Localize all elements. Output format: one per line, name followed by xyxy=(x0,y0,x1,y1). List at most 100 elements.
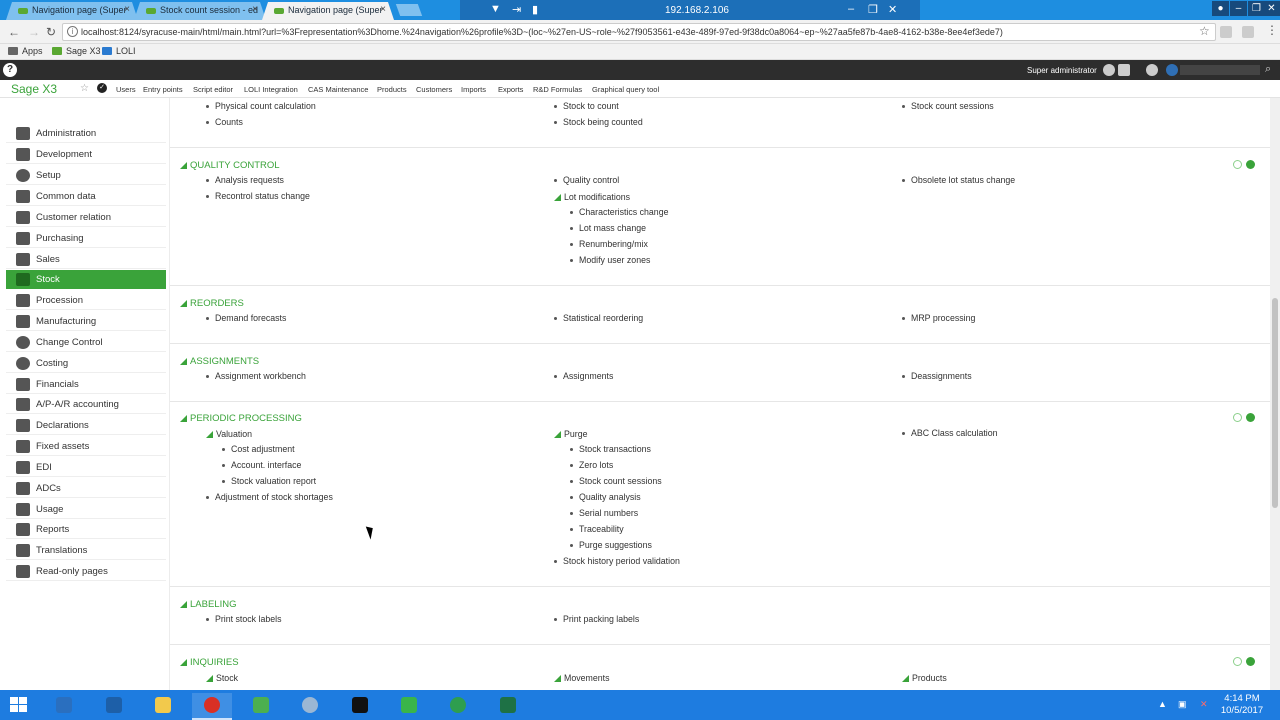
window-user-icon[interactable]: ● xyxy=(1212,1,1229,16)
link-mrp-processing[interactable]: MRP processing xyxy=(902,313,975,323)
subgroup-lot-modifications[interactable]: Lot modifications xyxy=(554,192,630,202)
window-close-button[interactable]: ✕ xyxy=(1263,1,1280,16)
sidebar-item-purchasing[interactable]: Purchasing xyxy=(6,229,166,248)
extension-icon[interactable] xyxy=(1220,26,1232,38)
sidebar-item-stock[interactable]: Stock xyxy=(6,270,166,289)
browser-tab-navigation-page-1[interactable]: Navigation page (Super × xyxy=(6,2,138,20)
bookmark-star-icon[interactable]: ☆ xyxy=(1199,24,1210,38)
sidebar-item-administration[interactable]: Administration xyxy=(6,124,166,143)
sidebar-item-usage[interactable]: Usage xyxy=(6,500,166,519)
sidebar-item-edi[interactable]: EDI xyxy=(6,458,166,477)
link-obsolete-lot-status-change[interactable]: Obsolete lot status change xyxy=(902,175,1015,185)
logout-icon[interactable] xyxy=(1118,64,1130,76)
subgroup-purge[interactable]: Purge xyxy=(554,429,587,439)
sidebar-item-financials[interactable]: Financials xyxy=(6,375,166,394)
sidebar-item-read-only-pages[interactable]: Read-only pages xyxy=(6,562,166,581)
link-deassignments[interactable]: Deassignments xyxy=(902,371,972,381)
link-demand-forecasts[interactable]: Demand forecasts xyxy=(206,313,286,323)
notifications-icon[interactable] xyxy=(1146,64,1158,76)
taskbar-excel[interactable] xyxy=(488,693,528,720)
menu-users[interactable]: Users xyxy=(116,85,136,94)
taskbar-clock[interactable]: 4:14 PM 10/5/2017 xyxy=(1218,693,1266,717)
taskbar-explorer-window[interactable] xyxy=(44,693,84,720)
sidebar-item-setup[interactable]: Setup xyxy=(6,166,166,185)
link-physical-count-calculation[interactable]: Physical count calculation xyxy=(206,101,316,111)
subgroup-stock[interactable]: Stock xyxy=(206,673,238,683)
bookmark-sage-x3[interactable]: Sage X3 xyxy=(52,46,101,56)
search-icon[interactable]: ⌕ xyxy=(1265,63,1271,76)
user-name[interactable]: Super administrator xyxy=(1027,66,1097,75)
link-print-stock-labels[interactable]: Print stock labels xyxy=(206,614,282,624)
taskbar-chrome[interactable] xyxy=(192,693,232,720)
link-modify-user-zones[interactable]: Modify user zones xyxy=(570,255,650,265)
close-remote-icon[interactable]: ✕ xyxy=(888,3,897,16)
subgroup-movements[interactable]: Movements xyxy=(554,673,609,683)
link-purge-suggestions[interactable]: Purge suggestions xyxy=(570,540,652,550)
extension-icon[interactable] xyxy=(1242,26,1254,38)
sync-icon[interactable] xyxy=(1166,64,1178,76)
taskbar-settings[interactable] xyxy=(290,693,330,720)
link-analysis-requests[interactable]: Analysis requests xyxy=(206,175,284,185)
link-serial-numbers[interactable]: Serial numbers xyxy=(570,508,638,518)
reload-icon[interactable]: ↻ xyxy=(46,25,56,39)
link-assignments[interactable]: Assignments xyxy=(554,371,613,381)
sidebar-item-sales[interactable]: Sales xyxy=(6,250,166,269)
sidebar-item-procession[interactable]: Procession xyxy=(6,291,166,310)
sidebar-item-reports[interactable]: Reports xyxy=(6,520,166,539)
link-renumbering-mix[interactable]: Renumbering/mix xyxy=(570,239,648,249)
user-avatar-icon[interactable] xyxy=(1103,64,1115,76)
link-print-packing-labels[interactable]: Print packing labels xyxy=(554,614,639,624)
sidebar-item-translations[interactable]: Translations xyxy=(6,541,166,560)
content-scrollbar[interactable] xyxy=(1270,98,1280,690)
link-recontrol-status-change[interactable]: Recontrol status change xyxy=(206,191,310,201)
pin-icon[interactable]: ⇥ xyxy=(512,3,521,16)
tray-volume-muted-icon[interactable]: ✕ xyxy=(1200,699,1208,710)
taskbar-sage-tool[interactable] xyxy=(241,693,281,720)
close-tab-icon[interactable]: × xyxy=(380,4,386,15)
taskbar-file-explorer[interactable] xyxy=(143,693,183,720)
close-tab-icon[interactable]: × xyxy=(124,4,130,15)
menu-loli-integration[interactable]: LOLI Integration xyxy=(244,85,298,94)
help-icon[interactable]: ? xyxy=(3,63,17,77)
favorites-star-icon[interactable]: ☆ xyxy=(80,83,89,94)
link-stock-to-count[interactable]: Stock to count xyxy=(554,101,619,111)
link-characteristics-change[interactable]: Characteristics change xyxy=(570,207,668,217)
link-assignment-workbench[interactable]: Assignment workbench xyxy=(206,371,306,381)
menu-exports[interactable]: Exports xyxy=(498,85,523,94)
search-input[interactable] xyxy=(1180,65,1260,75)
sidebar-item-costing[interactable]: Costing xyxy=(6,354,166,373)
page-info-icon[interactable]: i xyxy=(67,26,78,37)
section-title-labeling[interactable]: LABELING xyxy=(180,599,236,610)
expand-all-icon[interactable] xyxy=(1246,160,1255,169)
bookmark-loli[interactable]: LOLI xyxy=(102,46,136,56)
back-arrow-icon[interactable]: ← xyxy=(8,25,20,39)
sidebar-item-adcs[interactable]: ADCs xyxy=(6,479,166,498)
url-input[interactable]: i localhost:8124/syracuse-main/html/main… xyxy=(62,23,1216,41)
sidebar-item-customer-relation[interactable]: Customer relation xyxy=(6,208,166,227)
section-title-reorders[interactable]: REORDERS xyxy=(180,298,244,309)
sidebar-item-manufacturing[interactable]: Manufacturing xyxy=(6,312,166,331)
link-quality-control[interactable]: Quality control xyxy=(554,175,619,185)
link-stock-count-sessions[interactable]: Stock count sessions xyxy=(902,101,994,111)
menu-imports[interactable]: Imports xyxy=(461,85,486,94)
bookmark-apps[interactable]: Apps xyxy=(8,46,43,56)
link-zero-lots[interactable]: Zero lots xyxy=(570,460,613,470)
link-quality-analysis[interactable]: Quality analysis xyxy=(570,492,641,502)
subgroup-valuation[interactable]: Valuation xyxy=(206,429,252,439)
expand-all-icon[interactable] xyxy=(1246,413,1255,422)
link-stock-being-counted[interactable]: Stock being counted xyxy=(554,117,643,127)
menu-graphical-query-tool[interactable]: Graphical query tool xyxy=(592,85,659,94)
taskbar-green-app[interactable] xyxy=(438,693,478,720)
pin-down-icon[interactable]: ▼ xyxy=(490,3,501,15)
menu-script-editor[interactable]: Script editor xyxy=(193,85,233,94)
link-lot-mass-change[interactable]: Lot mass change xyxy=(570,223,646,233)
sidebar-item-development[interactable]: Development xyxy=(6,145,166,164)
link-statistical-reordering[interactable]: Statistical reordering xyxy=(554,313,643,323)
sidebar-item-change-control[interactable]: Change Control xyxy=(6,333,166,352)
taskbar-powershell[interactable] xyxy=(94,693,134,720)
link-stock-valuation-report[interactable]: Stock valuation report xyxy=(222,476,316,486)
forward-arrow-icon[interactable]: → xyxy=(28,25,40,39)
sidebar-item-common-data[interactable]: Common data xyxy=(6,187,166,206)
section-title-periodic-processing[interactable]: PERIODIC PROCESSING xyxy=(180,413,302,424)
tray-network-icon[interactable]: ▣ xyxy=(1178,699,1187,710)
